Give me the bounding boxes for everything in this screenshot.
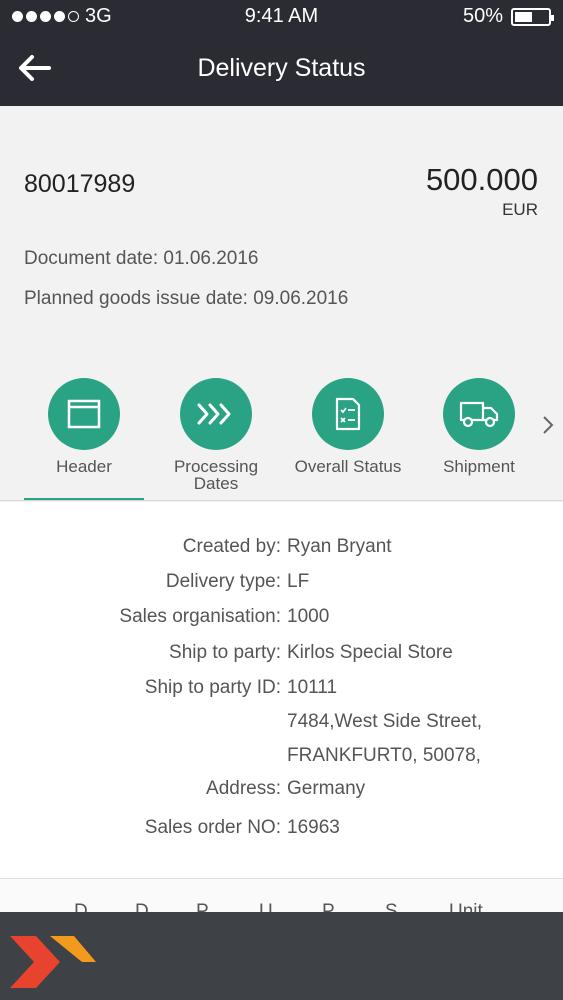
detail-value: Ryan Bryant (287, 536, 392, 557)
tab-overall-status-circle (312, 378, 384, 450)
column-header: P (196, 901, 209, 912)
status-bar: 3G 9:41 AM 50% (0, 0, 563, 32)
nav-bar: Delivery Status (0, 36, 563, 102)
tab-shipment-circle (443, 378, 515, 450)
address-line-2: FRANKFURT0, 50078, (287, 745, 481, 766)
detail-label: Ship to party: (169, 642, 281, 663)
tab-shipment-label: Shipment (443, 457, 515, 476)
currency-label: EUR (502, 200, 538, 219)
tab-header-label: Header (56, 457, 112, 476)
column-header: D (74, 901, 88, 912)
amount-value: 500.000 (425, 162, 538, 197)
truck-icon (459, 401, 499, 428)
page-title: Delivery Status (197, 54, 366, 82)
detail-label: Ship to party ID: (144, 677, 281, 698)
top-bar: 3G 9:41 AM 50% Delivery Status (0, 0, 563, 106)
column-header: S (385, 901, 398, 912)
document-date: Document date: 01.06.2016 (24, 248, 259, 269)
detail-label: Sales organisation: (119, 606, 281, 627)
address-line-1: 7484,West Side Street, (287, 711, 483, 732)
detail-value: Kirlos Special Store (287, 642, 453, 663)
icon-tab-bar: Header Processing Dates Overall Status S… (0, 376, 563, 502)
battery-percent: 50% (462, 5, 503, 27)
tab-shipment[interactable]: Shipment (414, 376, 544, 475)
document-number: 80017989 (24, 170, 136, 198)
chevron-right-icon (543, 416, 554, 434)
battery-icon (511, 7, 554, 26)
tab-overall-status-label: Overall Status (294, 457, 402, 476)
detail-label: Address: (206, 778, 281, 799)
tabs-divider (0, 500, 563, 501)
tab-processing-dates-label: Processing Dates (173, 457, 259, 493)
brand-logo (10, 936, 96, 988)
tab-processing-dates-circle (180, 378, 252, 450)
tab-processing-dates[interactable]: Processing Dates (151, 376, 281, 492)
planned-goods-issue-date: Planned goods issue date: 09.06.2016 (24, 288, 349, 309)
address-line-3: Germany (287, 778, 366, 799)
fast-forward-icon (197, 403, 231, 425)
detail-value: LF (287, 571, 310, 592)
window-icon (67, 399, 101, 429)
detail-label: Sales order NO: (144, 817, 281, 838)
checklist-icon (335, 397, 361, 431)
column-header: P (322, 901, 335, 912)
column-header: Unit (449, 901, 483, 912)
tabs-scroll-right[interactable] (541, 414, 557, 438)
detail-value: 10111 (287, 677, 338, 698)
detail-value: 1000 (287, 606, 330, 627)
detail-label: Delivery type: (165, 571, 281, 592)
tab-header[interactable]: Header (19, 376, 149, 475)
column-header: D (135, 901, 149, 912)
document-summary: 80017989 500.000 EUR Document date: 01.0… (0, 106, 563, 502)
tab-header-circle (48, 378, 120, 450)
detail-label: Created by: (182, 536, 281, 557)
detail-value: 16963 (287, 817, 340, 838)
tab-overall-status[interactable]: Overall Status (283, 376, 413, 475)
status-right: 50% (462, 5, 554, 28)
header-details-panel: Created by: Ryan Bryant Delivery type: L… (0, 502, 563, 878)
bottom-bar (0, 912, 563, 1000)
items-table-header: D D P U P S Unit (0, 878, 563, 912)
column-header: U (259, 901, 273, 912)
